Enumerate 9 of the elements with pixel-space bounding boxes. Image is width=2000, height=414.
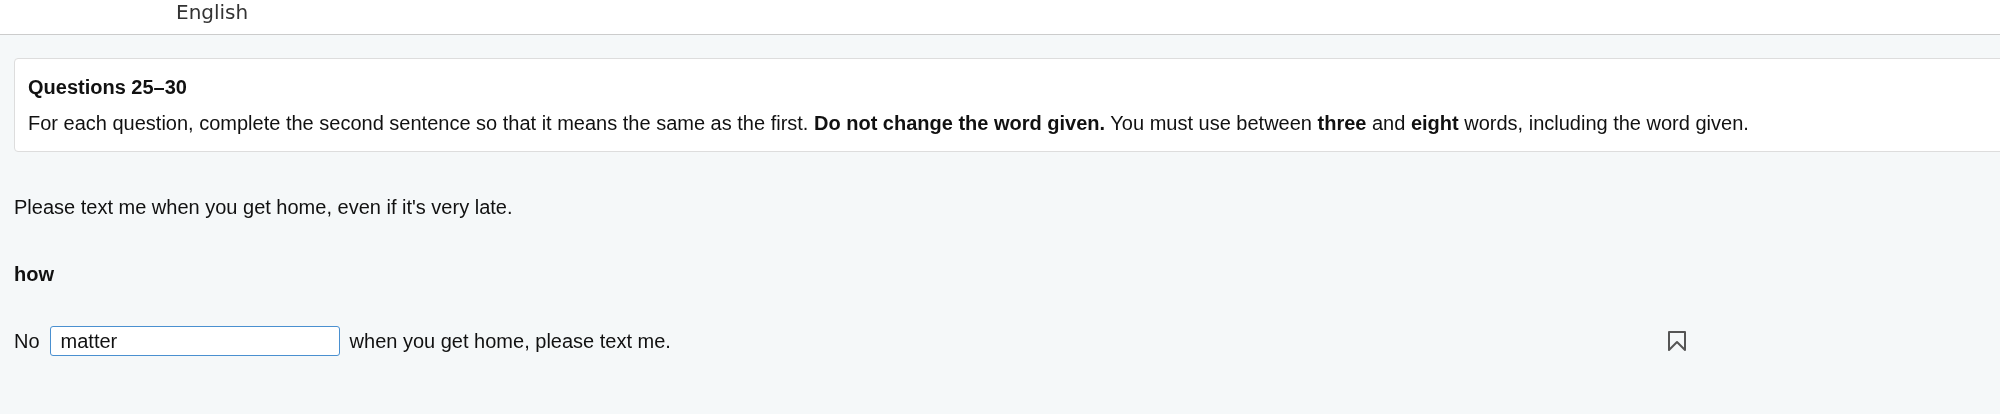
instructions-text: For each question, complete the second sentence so that it means the same as the first. Do not change the word given. You must use between three and eight words, including the word given. bbox=[28, 111, 1750, 136]
sentence-end: when you get home, please text me. bbox=[349, 329, 671, 353]
answer-field[interactable]: matter bbox=[49, 326, 340, 356]
sentence-start: No bbox=[14, 329, 40, 353]
original-sentence: Please text me when you get home, even if it's very late. bbox=[14, 196, 514, 219]
bookmark-icon[interactable] bbox=[1666, 330, 1687, 352]
instructions-title: Questions 25–30 bbox=[28, 75, 188, 100]
key-word: how bbox=[14, 263, 55, 286]
language-label[interactable]: English bbox=[176, 0, 249, 24]
